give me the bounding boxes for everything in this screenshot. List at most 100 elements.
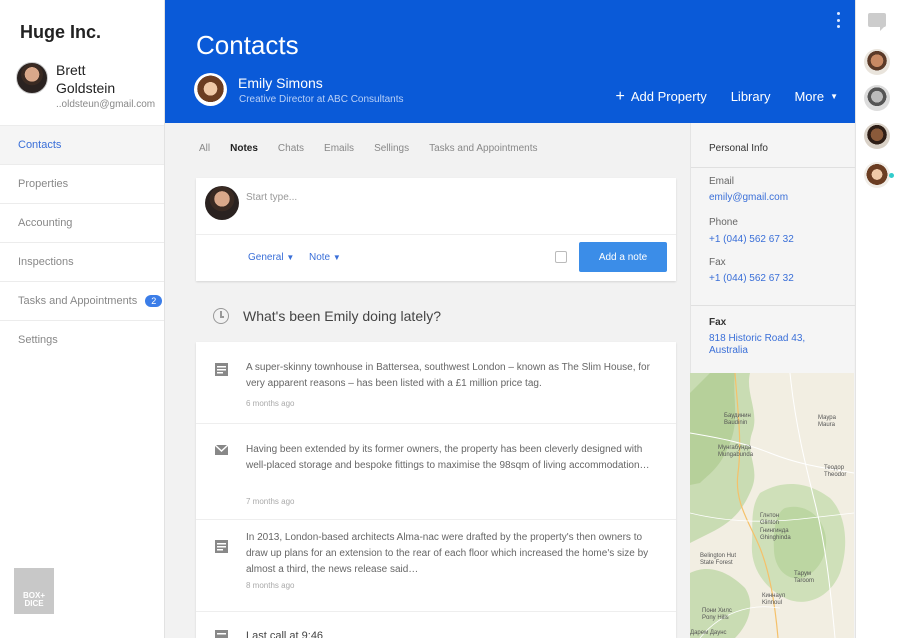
note-input[interactable] bbox=[246, 192, 546, 203]
map-place-label: Belington Hut State Forest bbox=[700, 553, 737, 566]
activity-text: Having been extended by its former owner… bbox=[246, 444, 650, 471]
user-email: ..oldsteun@gmail.com bbox=[56, 99, 156, 110]
brand-logo: BOX+ DICE bbox=[14, 568, 54, 614]
activity-text: In 2013, London-based architects Alma-na… bbox=[246, 532, 649, 575]
activity-tabs: All Notes Chats Emails Sellings Tasks an… bbox=[199, 143, 558, 154]
tasks-count-badge: 2 bbox=[145, 295, 163, 307]
document-icon bbox=[215, 630, 228, 638]
activity-heading: What's been Emily doing lately? bbox=[213, 308, 441, 324]
category-dropdown[interactable]: General ▼ bbox=[248, 252, 294, 263]
note-type-dropdown[interactable]: Note ▼ bbox=[309, 252, 341, 263]
page-title: Contacts bbox=[196, 30, 299, 60]
online-status-icon bbox=[889, 173, 894, 178]
location-map[interactable]: Баудинин Baudinin Мунгабунда Mungabunda Ма… bbox=[690, 373, 854, 638]
sidebar-item-properties[interactable]: Properties bbox=[0, 164, 164, 203]
note-compose-card: General ▼ Note ▼ Add a note bbox=[196, 178, 676, 281]
fax-link[interactable]: +1 (044) 562 67 32 bbox=[709, 273, 794, 284]
more-label: More bbox=[794, 89, 825, 104]
phone-label: Phone bbox=[709, 217, 738, 228]
user-first-name: Brett bbox=[56, 62, 86, 78]
sidebar-item-settings[interactable]: Settings bbox=[0, 320, 164, 359]
document-icon bbox=[215, 540, 228, 553]
sidebar-item-tasks[interactable]: Tasks and Appointments 2 bbox=[0, 281, 164, 320]
header-actions: + Add Property Library More ▼ bbox=[615, 87, 838, 105]
map-place-label: Дарем Даунс bbox=[690, 630, 727, 636]
plus-icon: + bbox=[615, 87, 625, 105]
avatar[interactable] bbox=[864, 85, 890, 111]
author-avatar bbox=[205, 186, 239, 220]
map-place-label: Киннаул Kinnoul bbox=[762, 593, 786, 606]
note-checkbox[interactable] bbox=[555, 251, 567, 263]
list-item[interactable]: A super-skinny townhouse in Battersea, s… bbox=[196, 342, 676, 424]
tab-all[interactable]: All bbox=[199, 143, 210, 154]
email-label: Email bbox=[709, 176, 735, 187]
tab-tasks-appointments[interactable]: Tasks and Appointments bbox=[429, 143, 537, 154]
map-place-label: Баудинин Baudinin bbox=[724, 413, 751, 426]
map-place-label: Гнингинда Ghinghinda bbox=[760, 528, 791, 541]
sidebar-item-contacts[interactable]: Contacts bbox=[0, 125, 164, 164]
kebab-menu-icon[interactable] bbox=[837, 12, 841, 28]
avatar[interactable] bbox=[864, 162, 890, 188]
map-place-label: Пони Хилс Pony Hills bbox=[702, 608, 732, 621]
tab-sellings[interactable]: Sellings bbox=[374, 143, 409, 154]
list-item[interactable]: Having been extended by its former owner… bbox=[196, 424, 676, 520]
tab-notes[interactable]: Notes bbox=[230, 143, 258, 154]
chat-strip bbox=[855, 0, 900, 638]
activity-time: 8 months ago bbox=[246, 581, 295, 590]
address-link[interactable]: 818 Historic Road 43, Australia bbox=[709, 333, 839, 357]
user-last-name: Goldstein bbox=[56, 80, 116, 96]
address-label: Fax bbox=[709, 317, 727, 328]
map-place-label: Маура Maura bbox=[818, 415, 836, 428]
tab-chats[interactable]: Chats bbox=[278, 143, 304, 154]
sidebar-nav: Contacts Properties Accounting Inspectio… bbox=[0, 125, 164, 359]
fax-label: Fax bbox=[709, 257, 726, 268]
add-note-button[interactable]: Add a note bbox=[579, 242, 667, 272]
caret-down-icon: ▼ bbox=[332, 253, 341, 262]
sidebar-item-inspections[interactable]: Inspections bbox=[0, 242, 164, 281]
map-place-label: Тарум Taroom bbox=[794, 571, 815, 584]
divider bbox=[691, 167, 855, 168]
activity-time: 7 months ago bbox=[246, 497, 295, 506]
contact-name: Emily Simons bbox=[238, 75, 323, 91]
avatar[interactable] bbox=[864, 123, 890, 149]
sidebar-item-label: Settings bbox=[18, 334, 58, 346]
caret-down-icon: ▼ bbox=[830, 92, 838, 101]
avatar[interactable] bbox=[864, 49, 890, 75]
email-link[interactable]: emily@gmail.com bbox=[709, 192, 788, 203]
sidebar-item-label: Tasks and Appointments bbox=[18, 295, 138, 307]
more-menu-button[interactable]: More ▼ bbox=[794, 89, 838, 104]
user-avatar[interactable] bbox=[16, 62, 48, 94]
clock-icon bbox=[213, 308, 229, 324]
sidebar-item-label: Accounting bbox=[18, 217, 73, 229]
library-label: Library bbox=[730, 89, 771, 104]
contact-role: Creative Director at ABC Consultants bbox=[239, 94, 404, 105]
sidebar: Huge Inc. Brett Goldstein ..oldsteun@gma… bbox=[0, 0, 165, 638]
map-place-label: Мунгабунда Mungabunda bbox=[718, 445, 754, 458]
activity-title: What's been Emily doing lately? bbox=[243, 308, 441, 324]
list-item[interactable]: Last call at 9:46 bbox=[196, 612, 676, 638]
category-label: General bbox=[248, 252, 284, 263]
map-place-label: Глнтон Glinton bbox=[760, 513, 780, 526]
sidebar-item-accounting[interactable]: Accounting bbox=[0, 203, 164, 242]
tab-emails[interactable]: Emails bbox=[324, 143, 354, 154]
note-type-label: Note bbox=[309, 252, 331, 263]
page-header: Contacts Emily Simons Creative Director … bbox=[165, 0, 855, 123]
add-property-button[interactable]: + Add Property bbox=[615, 87, 707, 105]
divider bbox=[691, 305, 855, 306]
activity-time: 6 months ago bbox=[246, 399, 295, 408]
map-place-label: Теодор Theodor bbox=[824, 465, 847, 478]
sidebar-item-label: Properties bbox=[18, 178, 69, 190]
company-name: Huge Inc. bbox=[20, 22, 102, 42]
document-icon bbox=[215, 363, 228, 376]
caret-down-icon: ▼ bbox=[286, 253, 295, 262]
divider bbox=[196, 234, 676, 235]
sidebar-item-label: Inspections bbox=[18, 256, 74, 268]
chat-icon[interactable] bbox=[868, 13, 886, 31]
phone-link[interactable]: +1 (044) 562 67 32 bbox=[709, 234, 794, 245]
library-button[interactable]: Library bbox=[731, 89, 771, 104]
mail-icon bbox=[215, 444, 228, 455]
add-property-label: Add Property bbox=[630, 89, 707, 104]
list-item[interactable]: In 2013, London-based architects Alma-na… bbox=[196, 520, 676, 612]
personal-info-title: Personal Info bbox=[709, 143, 768, 154]
activity-text: A super-skinny townhouse in Battersea, s… bbox=[246, 362, 650, 389]
